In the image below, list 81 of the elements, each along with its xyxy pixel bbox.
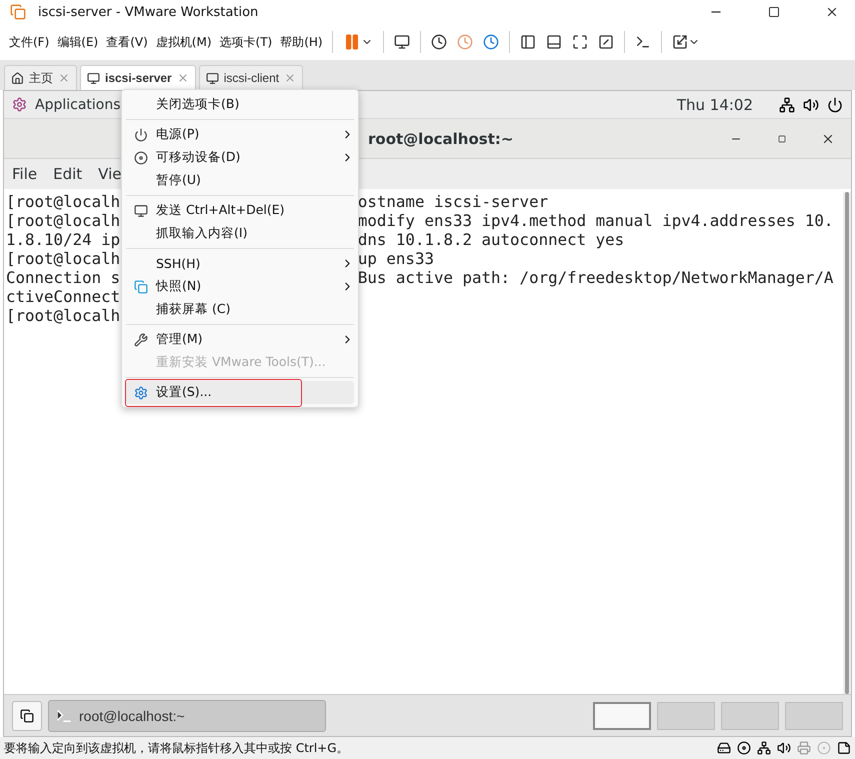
network-icon <box>779 96 795 112</box>
workspace-thumbnail[interactable] <box>657 702 715 730</box>
terminal-text: modify ens33 ipv4.method manual ipv4.addresses 10. <box>358 211 834 230</box>
terminal-text: 1.8.10/24 ip <box>6 230 120 249</box>
terminal-text: up ens33 <box>358 249 434 268</box>
menu-item[interactable]: 快照(N) <box>126 275 354 298</box>
terminal-menu-item[interactable]: Vie <box>98 165 122 183</box>
menu-item[interactable]: 设置(S)... <box>126 381 354 404</box>
cd-icon[interactable] <box>737 741 751 755</box>
gnome-foot-icon <box>12 97 27 112</box>
terminal-text: ctiveConnect <box>6 287 120 306</box>
terminal-text: [root@localh <box>6 211 120 230</box>
monitor-icon <box>134 204 148 218</box>
terminal-text: dns 10.1.8.2 autoconnect yes <box>358 230 624 249</box>
menu-item[interactable]: 虚拟机(M) <box>152 34 215 50</box>
menu-item[interactable]: 发送 Ctrl+Alt+Del(E) <box>126 199 354 222</box>
power-icon <box>134 128 148 142</box>
tab[interactable]: iscsi-client <box>198 65 304 90</box>
menu-item[interactable]: 文件(F) <box>6 34 52 50</box>
menu-item[interactable]: 电源(P) <box>126 123 354 146</box>
close-icon <box>825 5 839 19</box>
close-icon <box>284 72 296 84</box>
terminal-text: [root@localh <box>6 249 120 268</box>
menu-item[interactable]: 管理(M) <box>126 328 354 351</box>
wrench-icon <box>134 332 148 346</box>
menu-item[interactable]: 暂停(U) <box>126 169 354 192</box>
windows-icon <box>20 708 34 722</box>
menu-item[interactable]: 可移动设备(D) <box>126 146 354 169</box>
maximize-icon <box>768 6 780 18</box>
terminal-text: ostname iscsi-server <box>358 192 548 211</box>
terminal-menu-item[interactable]: File <box>12 165 38 183</box>
close-icon <box>176 72 189 84</box>
bottom-panel-icon <box>546 34 562 50</box>
disc-icon <box>134 150 148 164</box>
vm-icon <box>206 72 219 84</box>
vm-icon <box>87 72 100 84</box>
menu-item[interactable]: 关闭选项卡(B) <box>126 93 354 116</box>
terminal-menu-item[interactable]: Edit <box>53 165 82 183</box>
clock-icon <box>482 34 499 50</box>
clock-icon <box>456 34 473 50</box>
network-adapter-icon[interactable] <box>757 741 771 755</box>
close-icon <box>58 72 70 84</box>
terminal-text: Connection s <box>6 268 120 287</box>
power-icon <box>827 96 843 112</box>
workspace-thumbnail[interactable] <box>721 702 779 730</box>
tab[interactable]: iscsi-server <box>80 65 196 90</box>
message-log-icon[interactable] <box>837 741 851 755</box>
fullscreen-icon <box>572 34 588 50</box>
window-title: iscsi-server - VMware Workstation <box>38 4 260 20</box>
show-desktop-button[interactable] <box>12 700 42 730</box>
home-icon <box>11 72 24 84</box>
status-message: 要将输入定向到该虚拟机，请将鼠标指针移入其中或按 Ctrl+G。 <box>4 740 350 756</box>
clock-icon <box>430 34 447 50</box>
taskbar-window-button[interactable]: root@localhost:~ <box>48 700 326 732</box>
maximize-icon <box>778 134 786 142</box>
sound-icon[interactable] <box>777 741 791 755</box>
terminal-text: [root@localh <box>6 192 120 211</box>
menu-item[interactable]: SSH(H) <box>126 252 354 275</box>
clock: Thu 14:02 <box>676 96 753 114</box>
terminal-icon <box>634 34 651 50</box>
terminal-title: root@localhost:~ <box>368 130 514 148</box>
volume-icon <box>803 96 819 112</box>
menu-item[interactable]: 帮助(H) <box>277 34 326 50</box>
sidebar-icon <box>520 34 536 50</box>
workspace-thumbnail[interactable] <box>593 702 651 730</box>
scrollbar-thumb[interactable] <box>845 192 849 694</box>
stretch-icon <box>672 34 688 50</box>
settings-icon <box>134 386 148 400</box>
tab[interactable]: 主页 <box>4 65 77 90</box>
app-logo-icon <box>10 4 26 20</box>
applications-menu[interactable]: Applications <box>35 96 121 112</box>
menu-item[interactable]: 抓取输入内容(I) <box>126 222 354 245</box>
terminal-text: [root@localh <box>6 306 120 325</box>
menu-item[interactable]: 查看(V) <box>103 34 151 50</box>
monitor-icon <box>394 34 410 50</box>
slashed-square-icon <box>598 34 614 50</box>
workspace-thumbnail[interactable] <box>785 702 843 730</box>
menu-item[interactable]: 选项卡(T) <box>216 34 276 50</box>
menu-item[interactable]: 捕获屏幕 (C) <box>126 298 354 321</box>
menu-item[interactable]: 编辑(E) <box>54 34 102 50</box>
terminal-text: Bus active path: /org/freedesktop/NetworkManager/A <box>358 268 834 287</box>
